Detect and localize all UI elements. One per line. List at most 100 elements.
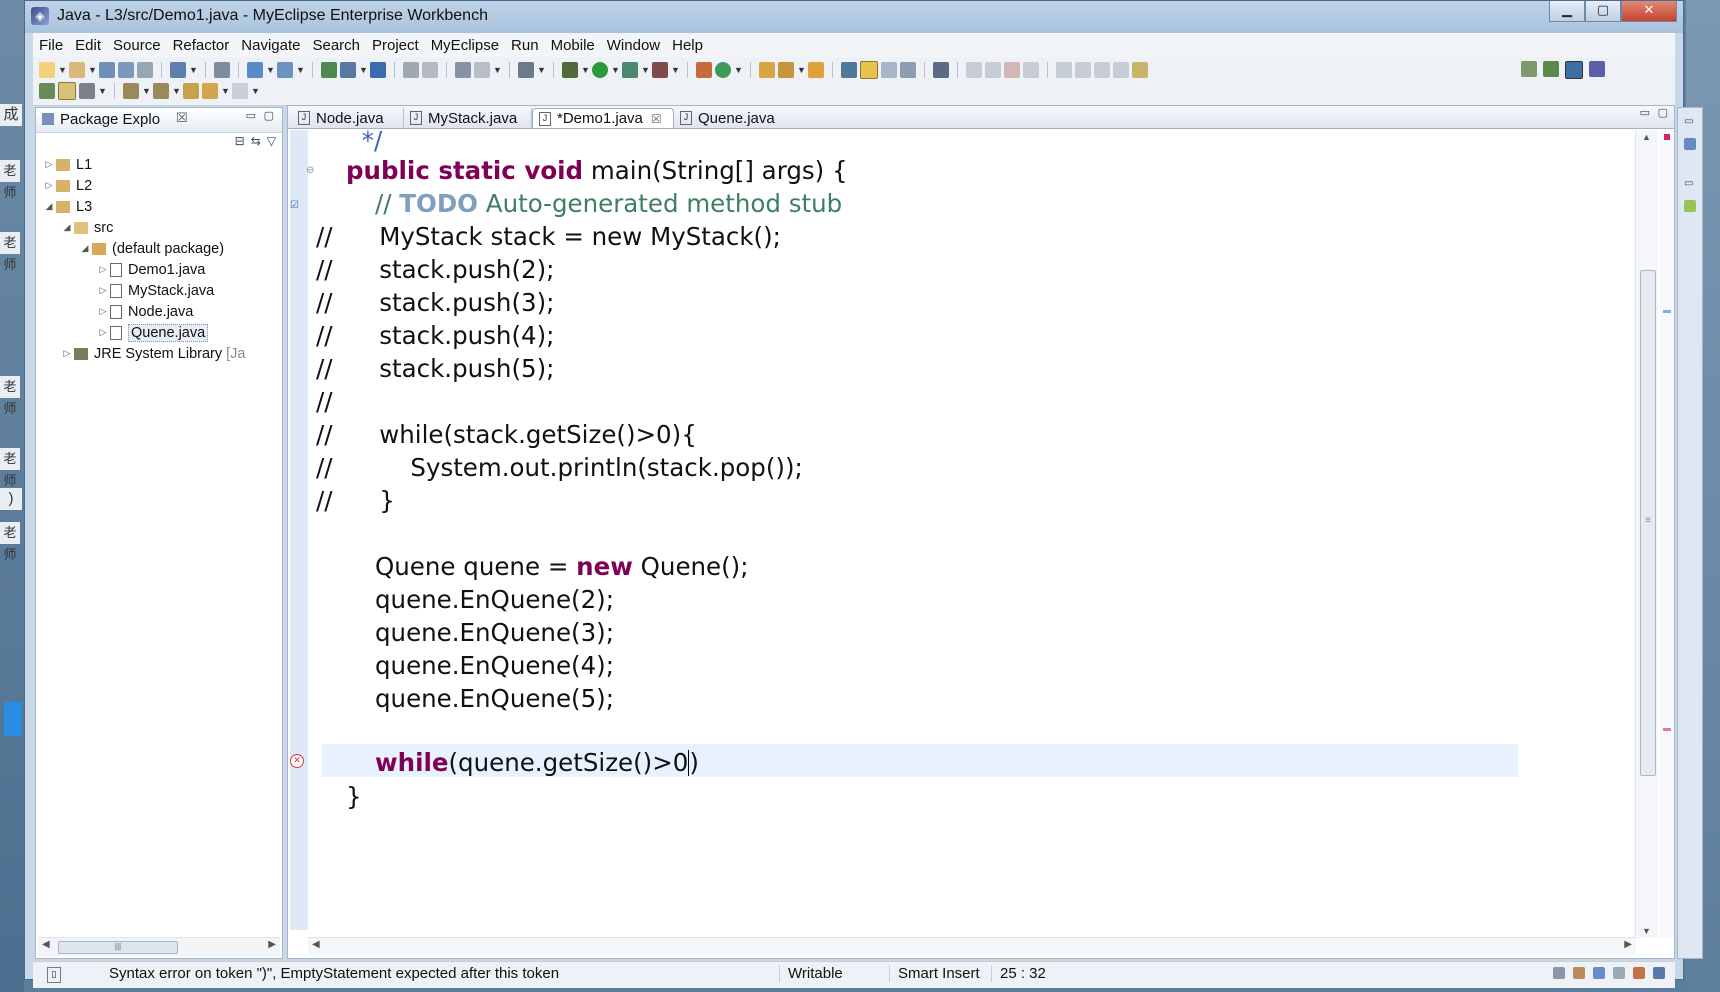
tray-icon[interactable]	[1593, 967, 1605, 979]
last-edit-location-icon[interactable]	[183, 83, 199, 99]
collapse-all-icon[interactable]: ⊟	[235, 134, 245, 148]
expand-icon[interactable]: ▷	[42, 180, 56, 191]
tree-item[interactable]: ▷ Demo1.java	[96, 259, 206, 280]
run-icon[interactable]	[592, 62, 608, 78]
open-resource-icon[interactable]	[808, 62, 824, 78]
disconnect-icon[interactable]	[1023, 62, 1039, 78]
minimize-button[interactable]: ▁	[1549, 1, 1585, 22]
debug-icon[interactable]	[562, 62, 578, 78]
overview-ruler[interactable]	[1660, 130, 1674, 938]
code-editor[interactable]: */ public static void main(String[] args…	[308, 130, 1518, 930]
minimize-editor-icon[interactable]: ▭	[1640, 106, 1650, 119]
overview-marker[interactable]	[1663, 310, 1671, 313]
step-over-icon[interactable]	[1075, 62, 1091, 78]
scroll-thumb[interactable]: |||	[58, 941, 178, 954]
manage-deployments-icon[interactable]	[277, 62, 293, 78]
tab-node-java[interactable]: J Node.java	[292, 108, 404, 128]
new-java-package-icon[interactable]	[696, 62, 712, 78]
collapse-icon[interactable]: ◢	[78, 243, 92, 254]
new-class-icon[interactable]	[715, 62, 731, 78]
close-tab-icon[interactable]: ☒	[651, 112, 662, 126]
menu-edit[interactable]: Edit	[69, 37, 107, 54]
maximize-view-icon[interactable]: ▢	[264, 109, 274, 122]
tab-quene-java[interactable]: J Quene.java	[674, 108, 804, 128]
package-explorer-tab[interactable]: Package Explo ☒ ▭ ▢	[36, 108, 282, 133]
report-icon[interactable]	[455, 62, 471, 78]
expand-icon[interactable]: ▷	[96, 285, 110, 296]
tree-item[interactable]: ▷ Quene.java	[96, 322, 209, 343]
editor-horizontal-scrollbar[interactable]: ◀ ▶	[308, 937, 1636, 954]
tray-icon[interactable]	[1573, 967, 1585, 979]
toggle-breadcrumb-icon[interactable]	[841, 62, 857, 78]
tree-item[interactable]: ▷ Node.java	[96, 301, 194, 322]
desktop-icon[interactable]	[4, 702, 22, 736]
tree-item[interactable]: ◢ src	[60, 217, 114, 238]
restore-view-icon[interactable]: ▭	[1684, 116, 1693, 127]
menu-window[interactable]: Window	[601, 37, 666, 54]
menu-file[interactable]: File	[33, 37, 69, 54]
java-perspective-icon[interactable]	[1565, 61, 1583, 79]
maximize-editor-icon[interactable]: ▢	[1658, 106, 1668, 119]
editor-ruler[interactable]	[290, 130, 309, 930]
menu-source[interactable]: Source	[107, 37, 167, 54]
browser-icon[interactable]	[370, 62, 386, 78]
scroll-right-icon[interactable]: ▶	[1624, 939, 1632, 950]
expand-icon[interactable]: ▷	[42, 159, 56, 170]
new-project-icon[interactable]	[69, 62, 85, 78]
view-menu-icon[interactable]: ▽	[267, 134, 276, 148]
report-icon[interactable]	[474, 62, 490, 78]
tray-icon[interactable]	[1553, 967, 1565, 979]
screenshot-icon[interactable]	[518, 62, 534, 78]
step-into-icon[interactable]	[1056, 62, 1072, 78]
restore-view-icon[interactable]: ▭	[1684, 178, 1693, 189]
scroll-left-icon[interactable]: ◀	[42, 939, 50, 950]
tray-icon[interactable]	[1653, 967, 1665, 979]
title-bar[interactable]: ◈ Java - L3/src/Demo1.java - MyEclipse E…	[25, 1, 1683, 33]
scroll-right-icon[interactable]: ▶	[268, 939, 276, 950]
open-type-icon[interactable]	[214, 62, 230, 78]
pin-icon[interactable]	[933, 62, 949, 78]
scroll-left-icon[interactable]: ◀	[312, 939, 320, 950]
scroll-down-icon[interactable]: ▼	[1642, 926, 1651, 936]
menu-run[interactable]: Run	[505, 37, 545, 54]
open-perspective-icon[interactable]	[1521, 61, 1537, 77]
scroll-thumb[interactable]: ≡	[1640, 270, 1656, 776]
coverage-icon[interactable]	[622, 62, 638, 78]
print-icon[interactable]	[137, 62, 153, 78]
close-view-icon[interactable]: ☒	[176, 110, 188, 126]
new-file-icon[interactable]	[39, 62, 55, 78]
tree-item[interactable]: ▷ L2	[42, 175, 93, 196]
scroll-up-icon[interactable]: ▲	[1642, 132, 1651, 142]
block-selection-icon[interactable]	[881, 62, 897, 78]
deploy-icon[interactable]	[247, 62, 263, 78]
terminate-icon[interactable]	[1004, 62, 1020, 78]
error-overview-icon[interactable]	[1664, 134, 1670, 140]
expand-icon[interactable]: ▷	[60, 348, 74, 359]
close-button[interactable]: ✕	[1621, 1, 1677, 22]
menu-mobile[interactable]: Mobile	[545, 37, 601, 54]
web-tool-icon[interactable]	[403, 62, 419, 78]
tree-item[interactable]: ◢ L3	[42, 196, 93, 217]
tab-demo1-java[interactable]: J *Demo1.java ☒	[532, 108, 674, 128]
vertical-scrollbar[interactable]: ▲ ≡ ▼	[1635, 130, 1658, 938]
minimize-view-icon[interactable]: ▭	[246, 109, 256, 122]
toggle-icon[interactable]	[58, 82, 76, 100]
menu-refactor[interactable]: Refactor	[167, 37, 236, 54]
tray-icon[interactable]	[1633, 967, 1645, 979]
expand-icon[interactable]: ▷	[96, 264, 110, 275]
outline-view-icon[interactable]	[1684, 138, 1696, 150]
web-tool-icon[interactable]	[422, 62, 438, 78]
tree-item[interactable]: ▷ JRE System Library [Ja	[60, 343, 246, 364]
tray-icon[interactable]	[1613, 967, 1625, 979]
server-config-icon[interactable]	[340, 62, 356, 78]
tab-mystack-java[interactable]: J MyStack.java	[404, 108, 532, 128]
resume-icon[interactable]	[966, 62, 982, 78]
external-tools-icon[interactable]	[652, 62, 668, 78]
tree-item[interactable]: ◢ (default package)	[78, 238, 225, 259]
maximize-button[interactable]: ▢	[1585, 1, 1621, 22]
next-annotation-icon[interactable]	[123, 83, 139, 99]
error-marker-icon[interactable]: ✕	[290, 754, 304, 768]
overview-marker[interactable]	[1663, 728, 1671, 731]
toggle-mark-occurrences-icon[interactable]	[860, 61, 878, 79]
menu-search[interactable]: Search	[306, 37, 366, 54]
